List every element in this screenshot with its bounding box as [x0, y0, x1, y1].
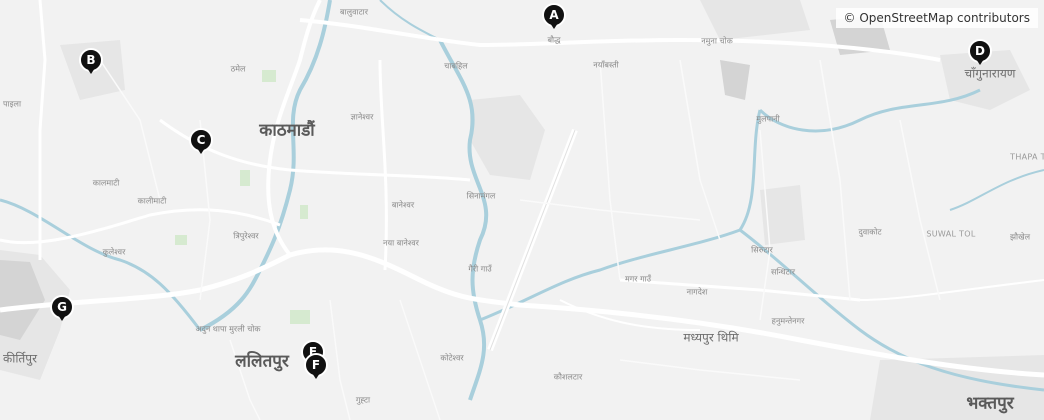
- label-naya-baneshwar: नया बानेश्वर: [383, 238, 419, 248]
- label-sirutar: सिरुटार: [751, 245, 773, 255]
- label-sanothimi: सन्थिटार: [770, 267, 796, 277]
- label-mulpani: मुलपानी: [756, 114, 780, 124]
- label-nagdesh: नागदेश: [686, 287, 708, 297]
- label-tripureshwar: त्रिपुरेश्वर: [233, 231, 259, 241]
- marker-d[interactable]: D: [968, 39, 992, 69]
- marker-pointer-icon: [87, 68, 95, 74]
- label-paila: पाइला: [2, 99, 22, 109]
- label-gairigaun: गैरी गाउँ: [468, 264, 492, 274]
- label-chabahil: चाबहिल: [444, 61, 468, 71]
- label-thamel: ठमेल: [230, 64, 246, 74]
- label-kalimati: कालमाटी: [92, 178, 120, 188]
- label-namuna-chok: नमुना चोक: [701, 36, 733, 46]
- label-gwarko: गुह्टा: [355, 395, 371, 405]
- marker-pointer-icon: [58, 315, 66, 321]
- map-attribution[interactable]: © OpenStreetMap contributors: [835, 8, 1038, 28]
- label-sinamangal: सिनामंगल: [466, 191, 496, 201]
- label-bhaktapur: भक्तपुर: [966, 393, 1014, 414]
- label-baudha: बौद्ध: [547, 35, 561, 45]
- label-gyaneshwar: ज्ञानेश्वर: [350, 112, 374, 122]
- label-kuleshwar: कुलेश्वर: [102, 247, 126, 257]
- label-magar-gaun: मगर गाउँ: [624, 274, 652, 284]
- marker-pointer-icon: [197, 148, 205, 154]
- label-adarsha-chok: अदुन थापा मुरली चोक: [195, 324, 261, 334]
- marker-pointer-icon: [312, 373, 320, 379]
- marker-g[interactable]: G: [50, 295, 74, 325]
- map-canvas[interactable]: काठमाडौं ललितपुर भक्तपुर मध्यपुर थिमि चा…: [0, 0, 1044, 420]
- marker-a[interactable]: A: [542, 3, 566, 33]
- label-kirtipur: कीर्तिपुर: [3, 351, 37, 366]
- label-koteshwar: कोटेश्वर: [440, 353, 464, 363]
- label-nayabasti: नयाँबस्ती: [593, 60, 619, 70]
- label-kathmandu: काठमाडौं: [259, 120, 315, 141]
- label-baneshwar: बानेश्वर: [391, 200, 415, 210]
- label-thapa-tol: THAPA T: [1010, 152, 1044, 162]
- label-kaushaltar: कौशलटार: [553, 372, 583, 382]
- label-jhaukhel: झौखेल: [1009, 232, 1031, 242]
- basemap: [0, 0, 1044, 420]
- label-suwal-tol: SUWAL TOL: [926, 229, 976, 239]
- marker-pointer-icon: [976, 59, 984, 65]
- marker-c[interactable]: C: [189, 128, 213, 158]
- marker-pointer-icon: [550, 23, 558, 29]
- label-madhyapur-thimi: मध्यपुर थिमि: [683, 330, 739, 345]
- label-lalitpur: ललितपुर: [235, 351, 289, 372]
- marker-f[interactable]: F: [304, 353, 328, 383]
- label-kalimati-2: कालीमाटी: [137, 196, 167, 206]
- marker-b[interactable]: B: [79, 48, 103, 78]
- label-duwakot: दुवाकोट: [858, 227, 882, 237]
- label-baluwatar: बालुवाटार: [340, 7, 368, 17]
- label-hanumantenagar: हनुमन्तेनगर: [771, 316, 805, 326]
